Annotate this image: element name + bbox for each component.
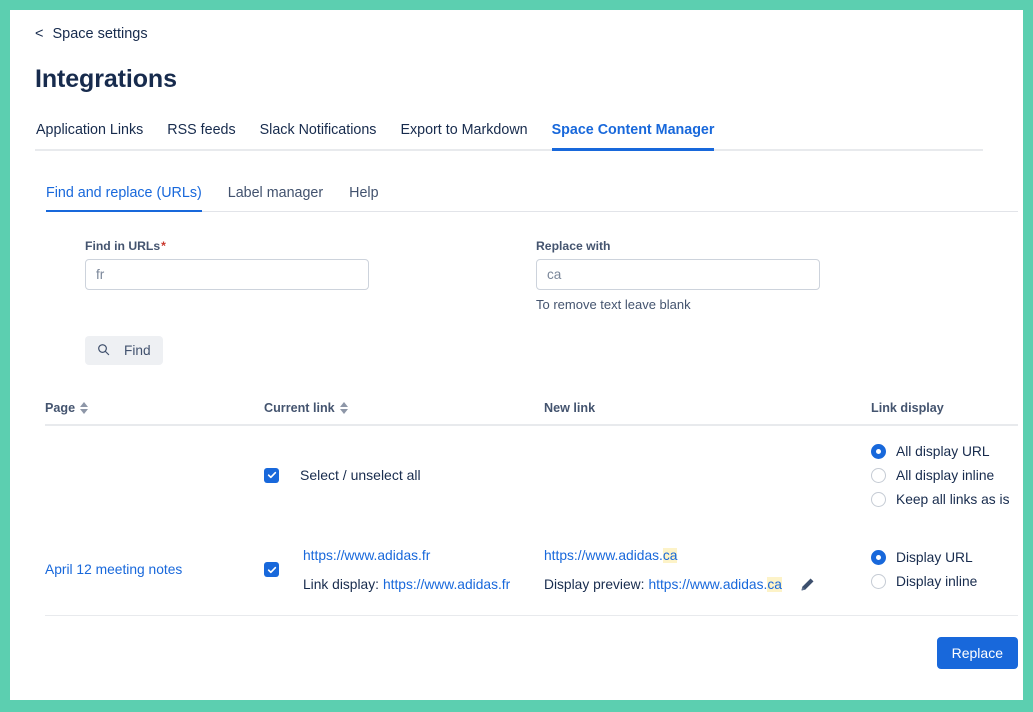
tab-application-links[interactable]: Application Links xyxy=(36,122,143,151)
row-current-link-cell: https://www.adidas.fr Link display: http… xyxy=(264,548,544,592)
radio-dot-icon xyxy=(871,468,886,483)
column-header-link-display: Link display xyxy=(871,401,1018,415)
select-all-checkbox-cell: Select / unselect all xyxy=(264,467,544,483)
select-all-checkbox[interactable] xyxy=(264,468,279,483)
find-in-urls-label-text: Find in URLs xyxy=(85,239,160,253)
find-replace-form: Find in URLs* Replace with To remove tex… xyxy=(35,239,998,319)
new-link-preview-line: Display preview: https://www.adidas.ca xyxy=(544,577,815,592)
row-link-display-radio-group: Display URL Display inline xyxy=(871,550,977,589)
row-new-link-cell: https://www.adidas.ca Display preview: h… xyxy=(544,548,871,592)
column-header-new-link-label: New link xyxy=(544,401,595,415)
tab-rss-feeds[interactable]: RSS feeds xyxy=(167,122,235,151)
space-settings-page: < Space settings Integrations Applicatio… xyxy=(10,10,1023,700)
tab-slack-notifications[interactable]: Slack Notifications xyxy=(260,122,377,151)
radio-all-display-inline[interactable]: All display inline xyxy=(871,468,1010,483)
table-footer: Replace xyxy=(45,637,1018,669)
select-all-label: Select / unselect all xyxy=(300,467,421,483)
chevron-left-icon: < xyxy=(35,27,43,42)
current-link-display-url[interactable]: https://www.adidas.fr xyxy=(383,577,510,592)
current-link-display-prefix: Link display: xyxy=(303,577,379,592)
replace-button[interactable]: Replace xyxy=(937,637,1018,669)
new-link-url-base[interactable]: https://www.adidas. xyxy=(544,548,663,563)
radio-display-inline[interactable]: Display inline xyxy=(871,574,977,589)
page-inner: < Space settings Integrations Applicatio… xyxy=(10,10,1023,669)
radio-display-inline-label: Display inline xyxy=(896,574,977,589)
replace-with-hint: To remove text leave blank xyxy=(536,297,820,312)
radio-keep-all-links-as-is-label: Keep all links as is xyxy=(896,492,1010,507)
radio-display-url-label: Display URL xyxy=(896,550,973,565)
table-row: April 12 meeting notes https://www.adida… xyxy=(45,524,1018,616)
primary-tab-bar: Application Links RSS feeds Slack Notifi… xyxy=(35,122,983,151)
radio-all-display-inline-label: All display inline xyxy=(896,468,994,483)
find-in-urls-label: Find in URLs* xyxy=(85,239,369,253)
back-link-label: Space settings xyxy=(52,26,147,42)
column-header-page-label: Page xyxy=(45,401,75,415)
global-link-display-radio-group: All display URL All display inline Keep … xyxy=(871,444,1010,507)
column-header-link-display-label: Link display xyxy=(871,401,944,415)
find-in-urls-input[interactable] xyxy=(85,259,369,290)
radio-dot-icon xyxy=(871,574,886,589)
radio-dot-icon xyxy=(871,492,886,507)
find-button-label-text: Find xyxy=(124,343,151,358)
tab-label-manager[interactable]: Label manager xyxy=(228,185,323,212)
select-all-row: Select / unselect all All display URL Al… xyxy=(45,426,1018,524)
tab-space-content-manager[interactable]: Space Content Manager xyxy=(552,122,715,151)
radio-dot-icon xyxy=(871,550,886,565)
new-link-preview-prefix: Display preview: xyxy=(544,577,644,592)
column-header-new-link: New link xyxy=(544,401,871,415)
find-button[interactable]: Find xyxy=(85,336,163,365)
column-header-current-link[interactable]: Current link xyxy=(264,401,544,415)
row-checkbox[interactable] xyxy=(264,562,279,577)
page-link[interactable]: April 12 meeting notes xyxy=(45,562,182,577)
new-link-preview-base[interactable]: https://www.adidas. xyxy=(648,577,767,592)
select-all-link-display-cell: All display URL All display inline Keep … xyxy=(871,444,1018,507)
new-link-url-line: https://www.adidas.ca xyxy=(544,548,815,563)
page-title: Integrations xyxy=(35,65,998,94)
back-to-space-settings-link[interactable]: < Space settings xyxy=(35,10,148,42)
column-header-page[interactable]: Page xyxy=(45,401,264,415)
new-link-stack: https://www.adidas.ca Display preview: h… xyxy=(544,548,815,592)
tab-help[interactable]: Help xyxy=(349,185,378,212)
row-link-display-cell: Display URL Display inline xyxy=(871,550,1018,589)
sort-arrows-icon[interactable] xyxy=(340,402,348,414)
current-link-display-line: Link display: https://www.adidas.fr xyxy=(303,577,510,592)
current-link-url[interactable]: https://www.adidas.fr xyxy=(303,548,510,563)
find-in-urls-field-group: Find in URLs* xyxy=(85,239,369,290)
pencil-icon[interactable] xyxy=(800,577,815,592)
new-link-url-highlight[interactable]: ca xyxy=(663,548,678,563)
sort-arrows-icon[interactable] xyxy=(80,402,88,414)
table-header-row: Page Current link New link Link display xyxy=(45,401,1018,426)
row-page-cell: April 12 meeting notes xyxy=(45,562,264,577)
column-header-current-link-label: Current link xyxy=(264,401,335,415)
tab-export-to-markdown[interactable]: Export to Markdown xyxy=(400,122,527,151)
search-icon xyxy=(97,343,110,359)
radio-keep-all-links-as-is[interactable]: Keep all links as is xyxy=(871,492,1010,507)
results-table: Page Current link New link Link display … xyxy=(45,401,1018,616)
replace-with-label: Replace with xyxy=(536,239,820,253)
radio-all-display-url-label: All display URL xyxy=(896,444,990,459)
tab-find-and-replace-urls[interactable]: Find and replace (URLs) xyxy=(46,185,202,212)
required-marker: * xyxy=(161,239,166,253)
radio-display-url[interactable]: Display URL xyxy=(871,550,977,565)
new-link-preview-highlight[interactable]: ca xyxy=(767,577,782,592)
replace-with-input[interactable] xyxy=(536,259,820,290)
replace-with-field-group: Replace with To remove text leave blank xyxy=(536,239,820,312)
current-link-stack: https://www.adidas.fr Link display: http… xyxy=(303,548,510,592)
radio-dot-icon xyxy=(871,444,886,459)
secondary-tab-bar: Find and replace (URLs) Label manager He… xyxy=(46,185,1018,212)
radio-all-display-url[interactable]: All display URL xyxy=(871,444,1010,459)
